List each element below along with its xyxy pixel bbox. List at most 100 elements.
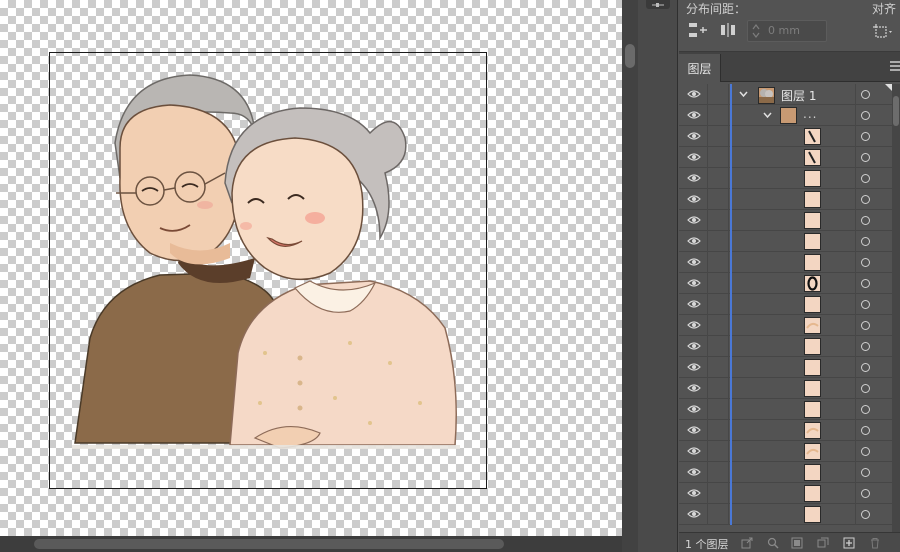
- lock-toggle[interactable]: [707, 294, 729, 315]
- target-circle-icon[interactable]: [861, 300, 870, 309]
- target-circle-icon[interactable]: [861, 384, 870, 393]
- target-circle-icon[interactable]: [861, 195, 870, 204]
- layer-row-path[interactable]: [679, 210, 892, 231]
- eye-icon[interactable]: [687, 488, 701, 498]
- target-circle-icon[interactable]: [861, 111, 870, 120]
- spacing-input[interactable]: 0 mm: [747, 20, 827, 42]
- eye-icon[interactable]: [687, 236, 701, 246]
- layer-row-path[interactable]: [679, 315, 892, 336]
- lock-toggle[interactable]: [707, 168, 729, 189]
- distribute-vertical-space-icon[interactable]: [688, 22, 708, 38]
- collapse-panels-button[interactable]: [646, 0, 670, 9]
- layer-row-path[interactable]: [679, 483, 892, 504]
- lock-toggle[interactable]: [707, 126, 729, 147]
- eye-icon[interactable]: [687, 89, 701, 99]
- layer-row-path[interactable]: [679, 399, 892, 420]
- lock-toggle[interactable]: [707, 210, 729, 231]
- vertical-scroll-thumb[interactable]: [625, 44, 635, 68]
- eye-icon[interactable]: [687, 110, 701, 120]
- lock-toggle[interactable]: [707, 231, 729, 252]
- layer-row-group[interactable]: ...: [679, 105, 892, 126]
- eye-icon[interactable]: [687, 173, 701, 183]
- eye-icon[interactable]: [687, 194, 701, 204]
- eye-icon[interactable]: [687, 467, 701, 477]
- stepper-arrows-icon[interactable]: [751, 23, 761, 39]
- canvas-area[interactable]: [0, 0, 622, 536]
- layers-scrollbar[interactable]: [892, 84, 900, 532]
- eye-icon[interactable]: [687, 425, 701, 435]
- lock-toggle[interactable]: [707, 441, 729, 462]
- target-circle-icon[interactable]: [861, 90, 870, 99]
- lock-toggle[interactable]: [707, 84, 729, 105]
- target-circle-icon[interactable]: [861, 132, 870, 141]
- search-icon[interactable]: [767, 537, 779, 549]
- lock-toggle[interactable]: [707, 252, 729, 273]
- target-circle-icon[interactable]: [861, 342, 870, 351]
- layer-row-path[interactable]: [679, 189, 892, 210]
- lock-toggle[interactable]: [707, 462, 729, 483]
- layer-row-path[interactable]: [679, 378, 892, 399]
- layer-row-path[interactable]: [679, 231, 892, 252]
- target-circle-icon[interactable]: [861, 216, 870, 225]
- layer-row-path[interactable]: [679, 336, 892, 357]
- eye-icon[interactable]: [687, 215, 701, 225]
- layer-list[interactable]: 图层 1 ...: [679, 84, 892, 532]
- lock-toggle[interactable]: [707, 315, 729, 336]
- new-layer-icon[interactable]: [843, 537, 855, 549]
- delete-icon[interactable]: [869, 537, 881, 549]
- distribute-horizontal-space-icon[interactable]: [719, 22, 739, 38]
- layer-row-path[interactable]: [679, 294, 892, 315]
- target-circle-icon[interactable]: [861, 237, 870, 246]
- lock-toggle[interactable]: [707, 336, 729, 357]
- eye-icon[interactable]: [687, 320, 701, 330]
- eye-icon[interactable]: [687, 404, 701, 414]
- chevron-down-icon[interactable]: [739, 90, 748, 99]
- eye-icon[interactable]: [687, 509, 701, 519]
- lock-toggle[interactable]: [707, 273, 729, 294]
- eye-icon[interactable]: [687, 278, 701, 288]
- eye-icon[interactable]: [687, 362, 701, 372]
- eye-icon[interactable]: [687, 341, 701, 351]
- target-circle-icon[interactable]: [861, 321, 870, 330]
- target-circle-icon[interactable]: [861, 153, 870, 162]
- group-name[interactable]: ...: [803, 107, 817, 121]
- artboard[interactable]: [49, 52, 487, 489]
- lock-toggle[interactable]: [707, 147, 729, 168]
- layers-scroll-thumb[interactable]: [893, 96, 899, 126]
- export-icon[interactable]: [741, 537, 753, 549]
- vertical-scrollbar[interactable]: [622, 0, 638, 552]
- layer-row-layer-1[interactable]: 图层 1: [679, 84, 892, 105]
- panel-menu-icon[interactable]: [890, 60, 900, 72]
- layer-row-path[interactable]: [679, 441, 892, 462]
- layer-row-path[interactable]: [679, 252, 892, 273]
- lock-toggle[interactable]: [707, 399, 729, 420]
- lock-toggle[interactable]: [707, 357, 729, 378]
- eye-icon[interactable]: [687, 257, 701, 267]
- chevron-down-icon[interactable]: [763, 111, 772, 120]
- layer-row-path[interactable]: [679, 357, 892, 378]
- lock-toggle[interactable]: [707, 189, 729, 210]
- lock-toggle[interactable]: [707, 105, 729, 126]
- layer-row-path[interactable]: [679, 420, 892, 441]
- layer-name[interactable]: 图层 1: [781, 87, 816, 104]
- layer-row-path[interactable]: [679, 462, 892, 483]
- target-circle-icon[interactable]: [861, 174, 870, 183]
- target-circle-icon[interactable]: [861, 489, 870, 498]
- lock-toggle[interactable]: [707, 378, 729, 399]
- layer-row-path[interactable]: [679, 147, 892, 168]
- elderly-couple-illustration[interactable]: [50, 53, 488, 490]
- eye-icon[interactable]: [687, 446, 701, 456]
- target-circle-icon[interactable]: [861, 447, 870, 456]
- eye-icon[interactable]: [687, 299, 701, 309]
- tab-layers[interactable]: 图层: [679, 54, 721, 82]
- lock-toggle[interactable]: [707, 504, 729, 525]
- target-circle-icon[interactable]: [861, 363, 870, 372]
- target-circle-icon[interactable]: [861, 468, 870, 477]
- lock-toggle[interactable]: [707, 420, 729, 441]
- eye-icon[interactable]: [687, 152, 701, 162]
- layer-row-path[interactable]: [679, 126, 892, 147]
- layer-row-path[interactable]: [679, 273, 892, 294]
- target-circle-icon[interactable]: [861, 279, 870, 288]
- layer-row-path[interactable]: [679, 504, 892, 525]
- target-circle-icon[interactable]: [861, 426, 870, 435]
